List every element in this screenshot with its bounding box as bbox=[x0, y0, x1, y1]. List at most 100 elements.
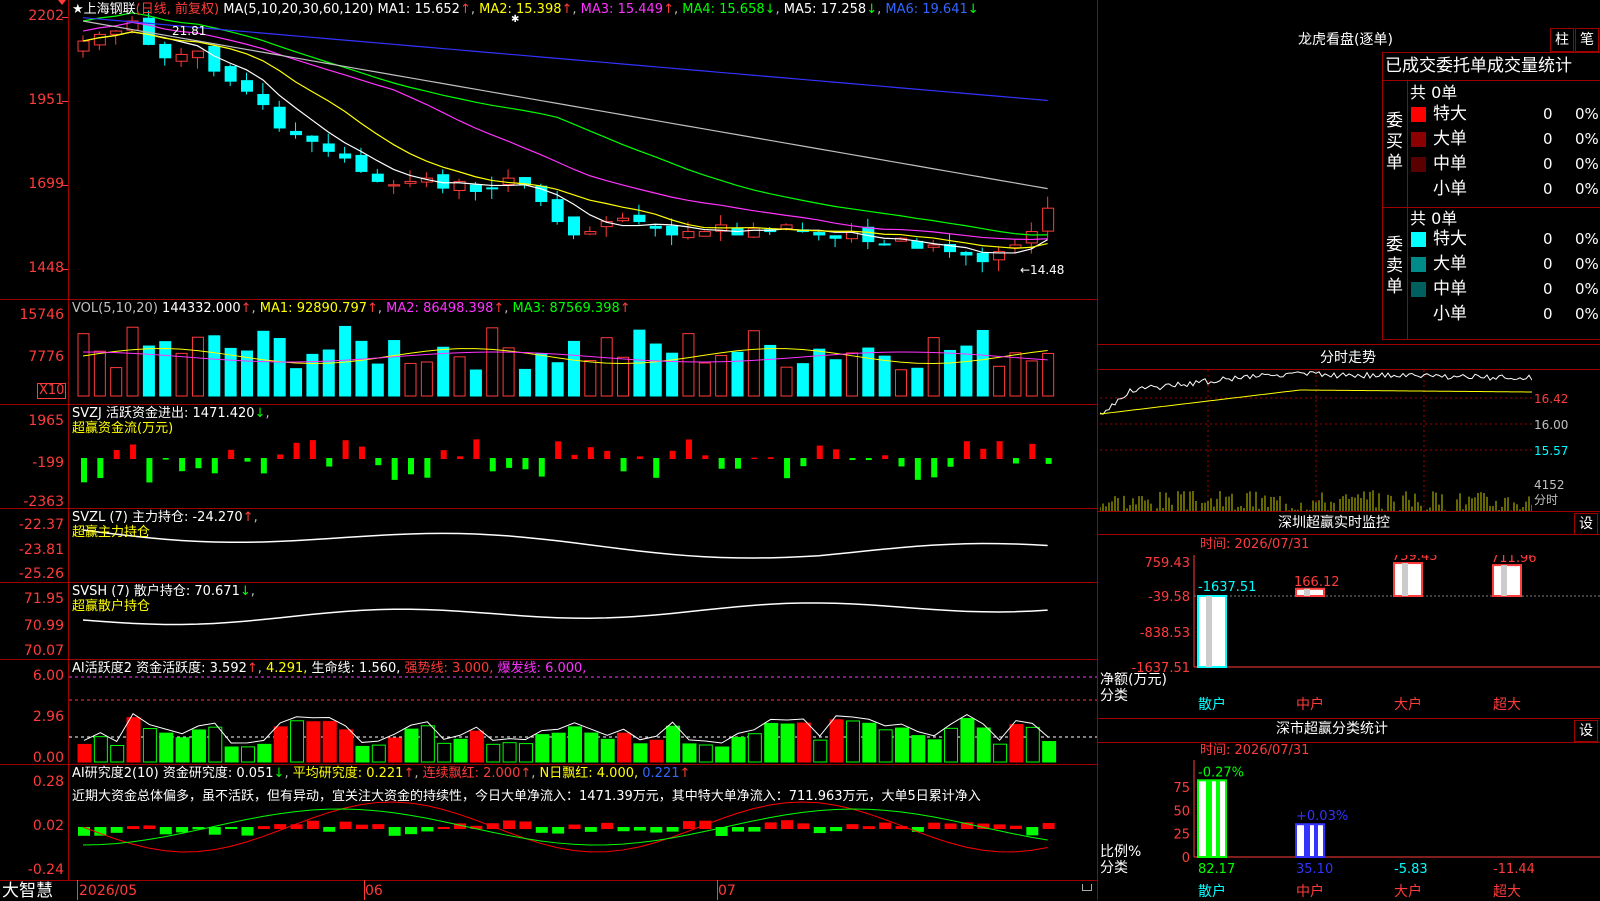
sz-netflow-chart[interactable]: 759.43-39.58-838.53-1637.51-1637.51 166.1… bbox=[1098, 555, 1600, 715]
activity-bar bbox=[535, 734, 550, 763]
ss-value-label: 35.10 bbox=[1296, 862, 1333, 877]
candle-body bbox=[257, 94, 270, 106]
candlestick-chart[interactable] bbox=[69, 0, 1097, 880]
candle-body bbox=[241, 80, 253, 92]
volume-bar bbox=[895, 369, 907, 397]
volume-bar bbox=[273, 338, 286, 397]
activity-bar bbox=[551, 732, 566, 763]
intraday-chart[interactable] bbox=[1100, 370, 1532, 512]
research-bar bbox=[781, 820, 794, 829]
activity-bar bbox=[976, 727, 991, 763]
money-flow-bar bbox=[130, 444, 137, 459]
activity-bar bbox=[453, 738, 468, 763]
x-axis-date: 07 bbox=[718, 883, 736, 899]
research-bar bbox=[1009, 825, 1022, 829]
research-bar bbox=[339, 821, 352, 829]
money-flow-bar bbox=[735, 458, 741, 469]
svsh-y-label: 70.99 bbox=[23, 618, 64, 634]
volume-bar bbox=[845, 352, 858, 397]
volume-bar bbox=[420, 361, 433, 397]
money-flow-bar bbox=[571, 454, 578, 459]
activity-bar bbox=[829, 719, 844, 763]
candle-body bbox=[290, 130, 303, 136]
ss-ratio-chart[interactable]: 75 50 25 0 -0.27% +0.03% 82.17 35.10 -5.83 -11.44… bbox=[1098, 760, 1600, 900]
order-percent: 0% bbox=[1575, 180, 1599, 198]
activity-bar bbox=[960, 718, 975, 763]
ss-category-label: 散户 bbox=[1198, 883, 1226, 900]
svzj-subtitle: 超赢资金流(万元) bbox=[72, 421, 174, 436]
order-count: 0 bbox=[1543, 155, 1553, 173]
money-flow-bar bbox=[244, 458, 251, 462]
volume-bar bbox=[764, 344, 777, 397]
vol-y-label: 15746 bbox=[19, 307, 64, 323]
research-bar bbox=[1026, 827, 1039, 836]
money-flow-bar bbox=[489, 458, 496, 472]
research-bar bbox=[568, 824, 581, 829]
ss-y-label: 0 bbox=[1182, 851, 1190, 866]
order-percent: 0% bbox=[1575, 130, 1599, 148]
order-percent: 0% bbox=[1575, 155, 1599, 173]
right-panel: 龙虎看盘(逐单) 柱 笔 已成交委托单成交量统计 委买单 委卖单 共 0单 共 … bbox=[1098, 0, 1600, 900]
activity-bar bbox=[731, 736, 746, 763]
volume-bar bbox=[1009, 352, 1022, 397]
volume-bar bbox=[780, 366, 793, 397]
research-bar bbox=[535, 827, 548, 833]
candle-body bbox=[339, 153, 352, 159]
money-flow-bar bbox=[179, 458, 186, 472]
volume-bar bbox=[355, 340, 368, 397]
svsh-y-label: 70.07 bbox=[23, 643, 64, 659]
sell-total: 共 0单 bbox=[1410, 209, 1458, 228]
sz-bar-shade bbox=[1304, 588, 1310, 596]
candle-body bbox=[813, 232, 826, 236]
activity-bar bbox=[339, 729, 354, 763]
y-tick-marks bbox=[62, 0, 68, 880]
activity-bar bbox=[486, 743, 501, 763]
bar-mode-button[interactable]: 柱 bbox=[1550, 28, 1574, 52]
money-flow-bar bbox=[195, 458, 202, 469]
research-bar bbox=[732, 827, 744, 832]
volume-bar bbox=[747, 330, 760, 397]
activity-bar bbox=[355, 745, 370, 763]
money-flow-bar bbox=[620, 458, 627, 472]
lock-icon[interactable] bbox=[1082, 884, 1092, 891]
order-color-swatch bbox=[1411, 157, 1426, 172]
activity-bar bbox=[911, 735, 926, 763]
activity-bar bbox=[224, 746, 239, 763]
svzl-y-label: -22.37 bbox=[18, 517, 64, 533]
research-bar bbox=[241, 827, 254, 836]
activity-bar bbox=[159, 732, 174, 763]
ss-settings-button[interactable]: 设 bbox=[1574, 720, 1598, 742]
corner-marker-icon bbox=[58, 0, 66, 5]
money-flow-bar bbox=[326, 458, 333, 467]
money-flow-bar bbox=[849, 458, 856, 461]
research-bar bbox=[94, 827, 107, 836]
k-asterisk-marker: ✱ bbox=[511, 14, 520, 25]
ss-bar-stripe bbox=[1314, 824, 1318, 857]
money-flow-bar bbox=[653, 458, 660, 478]
chart-area[interactable]: 2202 1951 1699 1448 15746 7776 X10 1965 … bbox=[0, 0, 1098, 900]
sz-bar-shade bbox=[1206, 596, 1212, 667]
sz-bar-shade bbox=[1402, 563, 1408, 596]
order-percent: 0% bbox=[1575, 105, 1599, 123]
research-bar bbox=[143, 825, 156, 829]
candle-body bbox=[666, 225, 679, 236]
sell-orders-label: 委卖单 bbox=[1386, 235, 1403, 297]
research-bar bbox=[110, 827, 123, 833]
sz-bar-value: 166.12 bbox=[1294, 575, 1340, 590]
sz-settings-button[interactable]: 设 bbox=[1574, 513, 1598, 535]
sz-monitor-title: 深圳超赢实时监控 bbox=[1278, 515, 1390, 531]
svzl-y-label: -25.26 bbox=[18, 566, 64, 582]
order-stats-table: 已成交委托单成交量统计 委买单 委卖单 共 0单 共 0单 特大 0 0% 大单 0 0%… bbox=[1382, 52, 1600, 340]
tick-mode-button[interactable]: 笔 bbox=[1575, 28, 1599, 52]
research-bar bbox=[225, 827, 238, 830]
volume-bar bbox=[142, 345, 155, 397]
activity-bar bbox=[502, 742, 517, 763]
volume-bar bbox=[388, 340, 401, 397]
order-color-swatch bbox=[1411, 107, 1426, 122]
ss-y-label: 75 bbox=[1173, 781, 1190, 796]
candle-body bbox=[878, 243, 891, 246]
candle-body bbox=[486, 187, 499, 190]
money-flow-bar bbox=[914, 458, 921, 480]
volume-bar bbox=[927, 337, 940, 397]
money-flow-bar bbox=[587, 447, 594, 459]
